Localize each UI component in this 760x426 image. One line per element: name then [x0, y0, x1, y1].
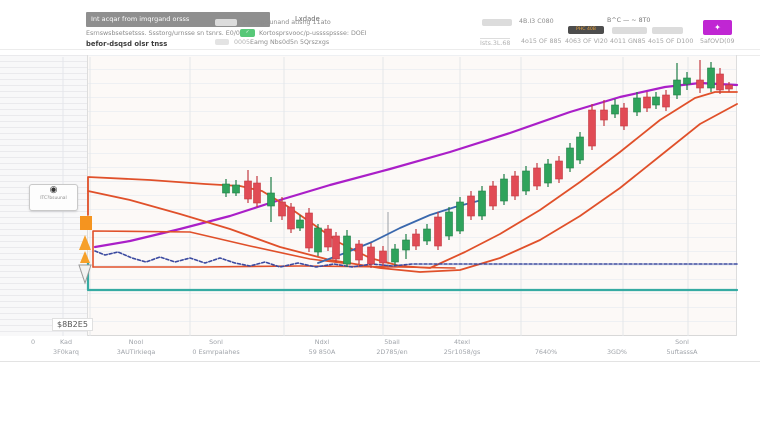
- coin-icon: ◉: [30, 185, 77, 196]
- skeleton-pill: [215, 39, 229, 45]
- skeleton-pill: [482, 19, 512, 26]
- indicator-button-label: ITC?bsuunal: [30, 196, 77, 201]
- quote-sub: 4o15 OF 885: [521, 38, 561, 45]
- x-axis-label: Sonl0 Esmrpalahes: [192, 338, 239, 358]
- x-axis-label: Kad3F0karq: [53, 338, 79, 358]
- skeleton-pill: [215, 19, 237, 26]
- divider: [0, 49, 760, 50]
- price-quote: 4B.I3 C080: [519, 18, 554, 25]
- toolbar-subtitle: Esrnswsbsetsetsss. Ssstorg/urnsse sn tsn…: [86, 30, 286, 37]
- toolbar-row1-text: Eansqpsunand atisng 11ato: [243, 19, 331, 26]
- quote-sub: Ists.3L.68: [480, 38, 510, 47]
- divider: [0, 361, 760, 362]
- quote-sub: 4011 GN85: [610, 38, 646, 45]
- x-axis-label: 5bail2D785/en: [376, 338, 407, 358]
- quote-sub: 5afOVD(09: [700, 38, 735, 45]
- x-axis-label: 7640%: [535, 338, 557, 358]
- x-axis-label: 0: [31, 338, 35, 358]
- chart-canvas[interactable]: [88, 55, 737, 336]
- indicator-overlay-button[interactable]: ◉ ITC?bsuunal: [29, 184, 78, 211]
- x-axis-label: Nool3AUTirkieqa: [117, 338, 156, 358]
- x-axis-label: 4texl25r1058/gs: [444, 338, 481, 358]
- toolbar-row2-text: Kortosprsvooc/p-usssspssse: DOEI: [259, 30, 367, 37]
- ai-assistant-button[interactable]: ✦: [703, 20, 732, 35]
- skeleton-pill: [652, 27, 683, 34]
- trading-app-window: Int acqar from imqrgand orsss Esrnswsbse…: [0, 0, 760, 426]
- symbol-pair-label: B^C — ~ 8T0: [607, 17, 650, 24]
- toolbar-subtitle-bold: befor-dsqsd olsr tnss: [86, 40, 167, 48]
- x-axis-label: 3GD%: [607, 338, 627, 358]
- quote-sub: 4o15 OF D100: [648, 38, 693, 45]
- toolbar-row3-text: Eamg Nbs0d5n 5Qrszxgs: [250, 39, 329, 46]
- status-badge-green: ✓: [240, 29, 255, 37]
- quote-sub: 4063 OF VI20: [565, 38, 608, 45]
- timeframe-button[interactable]: PHC 40B: [568, 26, 604, 34]
- x-axis-label: Ndxl59 850A: [309, 338, 336, 358]
- toolbar-row3-num: 0005: [234, 39, 250, 46]
- sparkle-icon: ✦: [714, 23, 721, 32]
- x-axis-label: Sonl5uftasssA: [666, 338, 697, 358]
- price-tag: $8B2E5: [52, 318, 93, 331]
- skeleton-pill: [612, 27, 647, 34]
